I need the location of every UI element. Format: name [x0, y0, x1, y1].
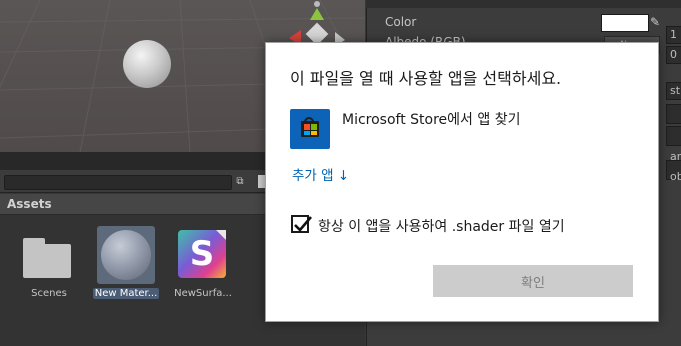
asset-label: Scenes	[31, 288, 67, 299]
material-sphere-icon	[97, 226, 155, 284]
filter-by-type-icon[interactable]: ⧉	[233, 175, 247, 189]
scene-sphere[interactable]	[123, 40, 171, 88]
inspector-partial-text-3: ob	[670, 170, 681, 183]
checkmark-icon	[294, 216, 312, 232]
inspector-field-right-a[interactable]	[666, 104, 681, 124]
color-label: Color	[385, 15, 417, 29]
tiling-x-value: 1	[670, 28, 677, 41]
microsoft-store-icon[interactable]	[290, 109, 330, 149]
ok-button[interactable]: 확인	[433, 265, 633, 297]
dialog-title: 이 파일을 열 때 사용할 앱을 선택하세요.	[290, 69, 562, 88]
store-option-label[interactable]: Microsoft Store에서 앱 찾기	[342, 109, 520, 129]
inspector-partial-text: st	[670, 84, 681, 97]
asset-item-scenes[interactable]: Scenes	[14, 226, 84, 303]
assets-title: Assets	[7, 197, 52, 211]
color-swatch[interactable]	[601, 14, 649, 32]
shader-icon: S	[174, 226, 232, 284]
eyedropper-icon[interactable]: ✎	[650, 14, 664, 30]
project-search-input[interactable]	[4, 175, 232, 190]
folder-icon	[20, 226, 78, 284]
always-use-checkbox[interactable]	[291, 215, 312, 233]
tiling-y-value: 0	[670, 48, 677, 61]
asset-item-new-surface-shader[interactable]: S NewSurfa...	[168, 226, 238, 303]
more-apps-link[interactable]: 추가 앱 ↓	[292, 164, 349, 184]
asset-item-new-material[interactable]: New Mater...	[91, 226, 161, 303]
open-with-dialog: 이 파일을 열 때 사용할 앱을 선택하세요. Microsoft Store에…	[265, 42, 659, 322]
asset-label: NewSurfa...	[174, 288, 232, 299]
always-use-label[interactable]: 항상 이 앱을 사용하여 .shader 파일 열기	[318, 216, 565, 236]
inspector-header	[366, 0, 681, 8]
asset-label: New Mater...	[92, 288, 160, 299]
inspector-field-right-b[interactable]	[666, 126, 681, 146]
